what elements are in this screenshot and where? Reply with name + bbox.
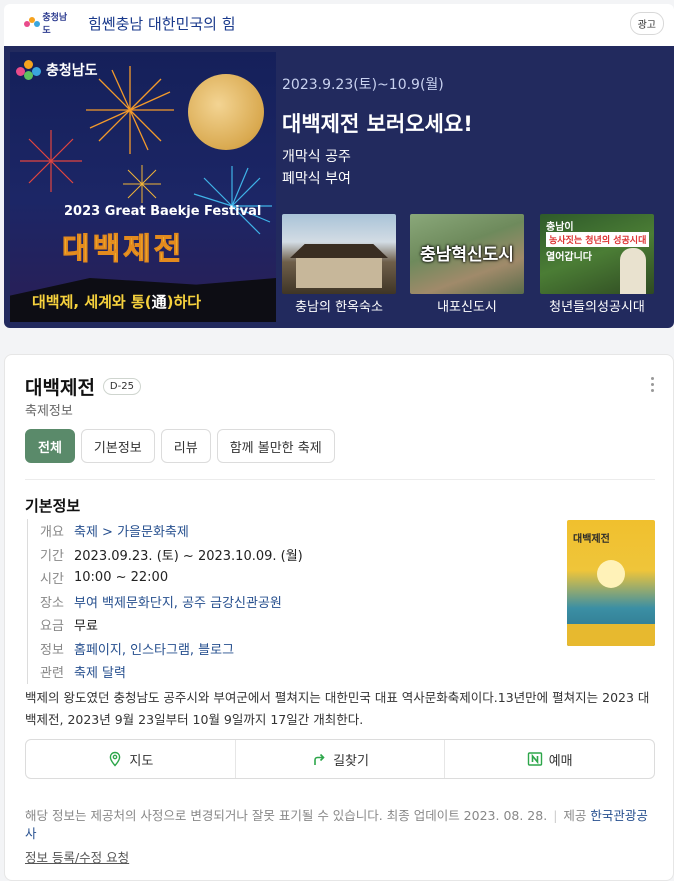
title-row: 대백제전 D-25 — [25, 373, 141, 400]
action-bar: 지도 길찾기 예매 — [25, 739, 655, 779]
detail-row: 요금 무료 — [40, 613, 303, 637]
hanok-stay-thumbnail[interactable] — [282, 214, 396, 294]
poster-slogan: 대백제, 세계와 통(通)하다 — [32, 291, 201, 312]
firework-graphic — [123, 165, 161, 203]
detail-key: 시간 — [40, 572, 64, 588]
festival-title-graphic: 대백제전 — [61, 232, 185, 268]
poster-thumb-title: 대백제전 — [573, 534, 610, 545]
booking-button[interactable]: 예매 — [444, 740, 654, 778]
booking-button-label: 예매 — [548, 753, 573, 769]
ad-header: 충청남도 힘쎈충남 대한민국의 힘 광고 — [4, 4, 674, 42]
firework-graphic — [20, 130, 82, 192]
detail-value: 2023.09.23. (토) ~ 2023.10.09. (월) — [74, 548, 303, 564]
disclaimer-text: 해당 정보는 제공처의 사정으로 변경되거나 잘못 표기될 수 있습니다. 최종… — [25, 808, 548, 823]
detail-key: 요금 — [40, 619, 64, 635]
detail-row: 기간 2023.09.23. (토) ~ 2023.10.09. (월) — [40, 543, 303, 567]
logo-dots-icon — [24, 17, 40, 29]
festival-poster-image[interactable]: 충청남도 2023 Great Baekje Festival 대백제전 대백제… — [10, 52, 276, 322]
ad-badge[interactable]: 광고 — [629, 11, 664, 35]
disclaimer-note: 해당 정보는 제공처의 사정으로 변경되거나 잘못 표기될 수 있습니다. 최종… — [25, 807, 655, 843]
poster-slogan-han: 通 — [151, 293, 167, 311]
poster-slogan-post: )하다 — [166, 293, 202, 311]
divider — [25, 479, 655, 480]
map-pin-icon — [110, 751, 121, 767]
moon-graphic — [188, 74, 264, 150]
detail-row: 개요 축제 > 가을문화축제 — [40, 519, 303, 543]
detail-value-link[interactable]: 부여 백제문화단지, 공주 금강신관공원 — [74, 592, 282, 611]
youth-overlay-a: 충남이 — [546, 222, 574, 233]
edit-request-link[interactable]: 정보 등록/수정 요청 — [25, 847, 129, 866]
detail-value: 무료 — [74, 619, 98, 635]
detail-key: 장소 — [40, 595, 64, 611]
tab-related-festivals[interactable]: 함께 볼만한 축제 — [216, 429, 335, 463]
ad-closing-line: 폐막식 부여 — [282, 171, 351, 187]
detail-row: 장소 부여 백제문화단지, 공주 금강신관공원 — [40, 590, 303, 614]
youth-overlay-c: 열어갑니다 — [546, 252, 592, 263]
poster-thumb-sun — [597, 560, 625, 588]
ticket-n-icon — [527, 752, 542, 766]
poster-thumb-ground — [567, 624, 655, 646]
directions-button[interactable]: 길찾기 — [234, 740, 445, 778]
directions-arrow-icon — [314, 753, 325, 765]
ad-card[interactable]: 충청남도 힘쎈충남 대한민국의 힘 광고 충청남도 2023 Great Bae… — [4, 4, 674, 328]
detail-key: 기간 — [40, 548, 64, 564]
map-button[interactable]: 지도 — [26, 740, 235, 778]
festival-poster-thumbnail[interactable]: 대백제전 — [567, 520, 655, 646]
map-button-label: 지도 — [129, 753, 154, 769]
section-title: 기본정보 — [25, 497, 81, 515]
details-list: 개요 축제 > 가을문화축제 기간 2023.09.23. (토) ~ 2023… — [27, 519, 303, 684]
dday-badge: D-25 — [102, 378, 141, 395]
detail-value: 10:00 ~ 22:00 — [74, 570, 169, 586]
tab-basic-info[interactable]: 기본정보 — [80, 429, 155, 463]
separator: | — [553, 808, 558, 823]
hanok-roof-graphic — [290, 244, 388, 258]
provider-label: 제공 — [563, 808, 587, 823]
poster-logo-dots-icon — [16, 60, 42, 80]
detail-row: 관련 축제 달력 — [40, 660, 303, 684]
detail-value-link[interactable]: 축제 > 가을문화축제 — [74, 521, 189, 540]
youth-success-thumbnail[interactable]: 충남이 농사짓는 청년의 성공시대 열어갑니다 — [540, 214, 654, 294]
chungnam-logo: 충청남도 — [24, 10, 74, 36]
festival-info-card: 대백제전 D-25 축제정보 전체 기본정보 리뷰 함께 볼만한 축제 기본정보… — [4, 354, 674, 881]
detail-value-link[interactable]: 홈페이지, 인스타그램, 블로그 — [74, 639, 234, 658]
tab-reviews[interactable]: 리뷰 — [160, 429, 211, 463]
hanok-wall-graphic — [296, 258, 382, 288]
ad-opening-line: 개막식 공주 — [282, 149, 351, 165]
detail-key: 관련 — [40, 666, 64, 682]
naepo-city-thumbnail[interactable]: 충남혁신도시 — [410, 214, 524, 294]
youth-overlay-b: 농사짓는 청년의 성공시대 — [546, 232, 650, 247]
festival-title[interactable]: 대백제전 — [25, 373, 95, 400]
more-options-icon[interactable] — [651, 377, 655, 392]
ad-headline[interactable]: 대백제전 보러오세요! — [282, 108, 473, 138]
festival-category: 축제정보 — [25, 404, 73, 419]
ad-date-range: 2023.9.23(토)~10.9(월) — [282, 77, 444, 93]
hanok-stay-caption[interactable]: 충남의 한옥숙소 — [274, 296, 404, 315]
festival-subtitle: 2023 Great Baekje Festival — [64, 204, 262, 219]
info-tabs: 전체 기본정보 리뷰 함께 볼만한 축제 — [25, 429, 335, 463]
detail-value-link[interactable]: 축제 달력 — [74, 662, 126, 681]
youth-success-caption[interactable]: 청년들의성공시대 — [532, 296, 662, 315]
detail-row: 정보 홈페이지, 인스타그램, 블로그 — [40, 637, 303, 661]
tab-all[interactable]: 전체 — [25, 429, 75, 463]
naepo-overlay-text: 충남혁신도시 — [420, 245, 514, 265]
festival-description: 백제의 왕도였던 충청남도 공주시와 부여군에서 펼쳐지는 대한민국 대표 역사… — [25, 690, 650, 727]
detail-key: 정보 — [40, 642, 64, 658]
detail-row: 시간 10:00 ~ 22:00 — [40, 566, 303, 590]
detail-key: 개요 — [40, 525, 64, 541]
directions-button-label: 길찾기 — [333, 753, 369, 769]
poster-slogan-pre: 대백제, 세계와 통( — [32, 293, 152, 311]
naepo-city-caption[interactable]: 내포신도시 — [402, 296, 532, 315]
logo-text: 충청남도 — [42, 13, 68, 36]
ad-brand-title[interactable]: 힘쎈충남 대한민국의 힘 — [88, 13, 236, 34]
firework-graphic — [86, 66, 174, 154]
farmer-figure — [620, 248, 646, 294]
ad-banner[interactable]: 충청남도 2023 Great Baekje Festival 대백제전 대백제… — [4, 46, 674, 328]
